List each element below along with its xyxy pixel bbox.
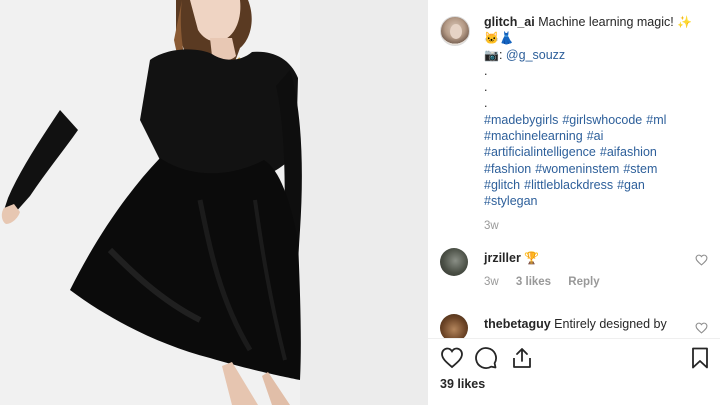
- comment-body: Entirely designed by: [554, 317, 667, 331]
- cat-dress-emoji: 🐱👗: [484, 31, 514, 46]
- like-button[interactable]: [440, 346, 464, 370]
- commenter-avatar[interactable]: [440, 248, 468, 276]
- hashtag-link[interactable]: #ai: [587, 129, 604, 143]
- comment-like-heart-icon[interactable]: [695, 322, 708, 334]
- author-username[interactable]: glitch_ai: [484, 15, 535, 29]
- comment-text-line: thebetaguy Entirely designed by: [484, 317, 684, 331]
- caption-dot: .: [484, 63, 488, 78]
- hashtag-link[interactable]: #womeninstem: [535, 162, 619, 176]
- caption-dot: .: [484, 96, 488, 111]
- hashtag-link[interactable]: #artificialintelligence: [484, 145, 596, 159]
- comment-likes-count[interactable]: 3 likes: [516, 276, 551, 288]
- author-avatar[interactable]: [440, 16, 470, 46]
- sparkles-emoji: ✨: [677, 15, 693, 29]
- post-timestamp[interactable]: 3w: [484, 218, 714, 234]
- camera-emoji: 📷: [484, 47, 499, 62]
- comment-like-heart-icon[interactable]: [695, 254, 708, 266]
- hashtag-link[interactable]: #fashion: [484, 162, 531, 176]
- hashtag-link[interactable]: #girlswhocode: [562, 113, 642, 127]
- comment-body: 🏆: [524, 251, 540, 265]
- heart-icon: [441, 347, 463, 369]
- post-action-bar: [440, 346, 710, 372]
- comment-meta: 3w 3 likes Reply: [484, 276, 614, 288]
- share-icon: [513, 348, 531, 368]
- hashtag-link[interactable]: #littleblackdress: [524, 178, 613, 192]
- caption-dot: .: [484, 80, 488, 95]
- likes-count[interactable]: 39 likes: [440, 377, 485, 391]
- hashtag-link[interactable]: #gan: [617, 178, 645, 192]
- photographer-mention-link[interactable]: @g_souzz: [506, 48, 565, 62]
- hashtag-link[interactable]: #stem: [623, 162, 657, 176]
- save-button[interactable]: [688, 346, 712, 370]
- comment-timestamp[interactable]: 3w: [484, 276, 499, 288]
- hashtag-link[interactable]: #glitch: [484, 178, 520, 192]
- comment-icon: [475, 347, 497, 369]
- comment-item: thebetaguy Entirely designed by: [440, 314, 712, 338]
- caption-text: Machine learning magic!: [538, 15, 674, 29]
- hashtag-link[interactable]: #aifashion: [600, 145, 657, 159]
- comment-text-line: jrziller 🏆: [484, 251, 684, 265]
- hashtag-list: #madebygirls #girlswhocode #ml #machinelea…: [484, 112, 714, 210]
- hashtag-link[interactable]: #machinelearning: [484, 129, 583, 143]
- actions-divider: [428, 338, 720, 339]
- bookmark-icon: [692, 347, 708, 369]
- commenter-username[interactable]: thebetaguy: [484, 317, 551, 331]
- commenter-username[interactable]: jrziller: [484, 251, 521, 265]
- comment-button[interactable]: [474, 346, 498, 370]
- post-caption: glitch_ai Machine learning magic! ✨ 🐱👗 📷…: [484, 14, 714, 234]
- black-velvet-dress-photo: [0, 0, 428, 405]
- commenter-avatar[interactable]: [440, 314, 468, 338]
- comment-reply-link[interactable]: Reply: [568, 276, 599, 288]
- hashtag-link[interactable]: #stylegan: [484, 194, 538, 208]
- post-photo[interactable]: [0, 0, 428, 405]
- hashtag-link[interactable]: #madebygirls: [484, 113, 558, 127]
- hashtag-link[interactable]: #ml: [646, 113, 666, 127]
- credit-prefix: :: [498, 47, 503, 62]
- share-button[interactable]: [510, 346, 534, 370]
